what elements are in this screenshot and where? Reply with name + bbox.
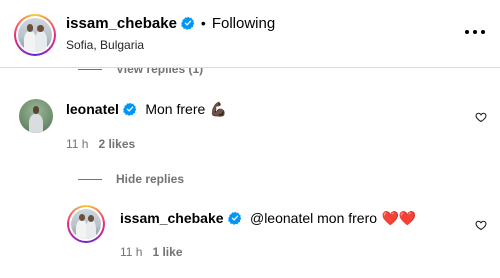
verified-badge-icon xyxy=(227,211,241,225)
comment-time: 11 h xyxy=(66,137,89,151)
comment-username[interactable]: leonatel xyxy=(66,101,119,117)
following-button[interactable]: Following xyxy=(212,15,275,32)
heart-outline-icon[interactable] xyxy=(475,111,487,123)
thread-line xyxy=(78,179,102,181)
comment-text: Mon frere xyxy=(145,101,206,117)
header-title-row: issam_chebake • Following xyxy=(66,15,275,33)
post-location[interactable]: Sofia, Bulgaria xyxy=(66,38,144,52)
verified-badge-icon xyxy=(181,16,195,30)
comment-avatar[interactable] xyxy=(19,99,53,133)
flexed-biceps-emoji: 💪🏿 xyxy=(209,101,228,117)
comment-meta: 11 h 2 likes xyxy=(66,137,135,151)
reply-text: @leonatel mon frero xyxy=(249,210,378,226)
red-heart-emoji: ❤️❤️ xyxy=(381,210,417,226)
reply-meta: 11 h 1 like xyxy=(120,245,183,259)
reply-time: 11 h xyxy=(120,245,143,259)
reply-likes[interactable]: 1 like xyxy=(152,245,182,259)
more-options-icon[interactable] xyxy=(465,30,485,36)
reply-avatar[interactable] xyxy=(67,205,105,243)
post-header: issam_chebake • Following Sofia, Bulgaria xyxy=(0,0,500,68)
header-avatar[interactable] xyxy=(14,14,56,56)
thread-line xyxy=(78,69,102,71)
verified-badge-icon xyxy=(123,102,137,116)
header-username[interactable]: issam_chebake xyxy=(66,15,177,32)
header-separator: • xyxy=(200,15,206,31)
reply-username[interactable]: issam_chebake xyxy=(120,210,224,226)
reply-body: issam_chebake @leonatel mon frero ❤️❤️ xyxy=(120,210,416,228)
hide-replies-button[interactable]: Hide replies xyxy=(78,172,184,186)
heart-outline-icon[interactable] xyxy=(475,219,487,231)
comment-likes[interactable]: 2 likes xyxy=(98,137,135,151)
comment-body: leonatel Mon frere 💪🏿 xyxy=(66,101,227,119)
